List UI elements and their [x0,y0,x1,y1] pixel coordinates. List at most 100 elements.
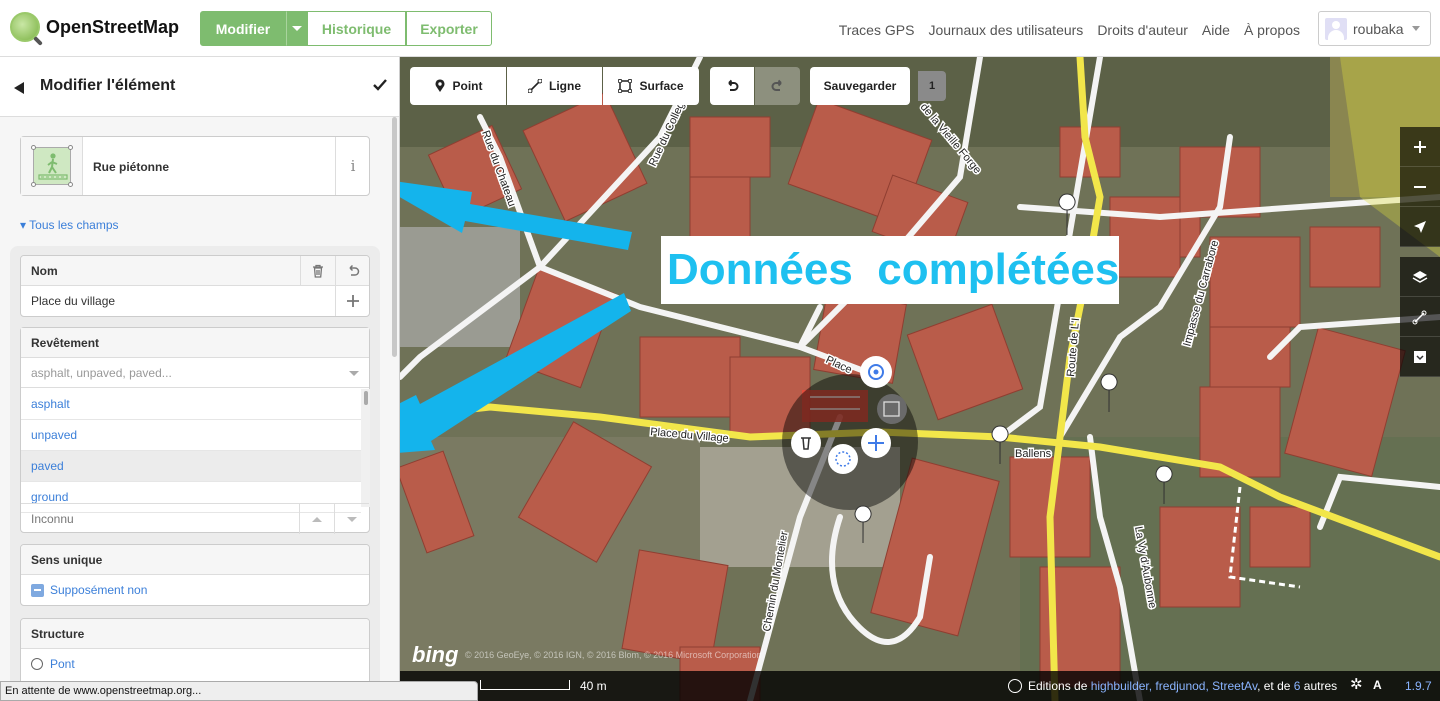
save-count-badge: 1 [918,71,946,101]
osm-logo[interactable]: OpenStreetMap [10,12,179,42]
attribution-suffix: autres [1300,679,1338,693]
svg-text:Ballens: Ballens [1015,448,1052,460]
save-button[interactable]: Sauvegarder [810,67,910,105]
export-button[interactable]: Exporter [406,11,492,46]
field-name-label: Nom [31,263,58,278]
field-surface-label: Revêtement [21,328,369,358]
bing-logo: bing [412,642,459,667]
redo-icon [771,79,782,91]
chevron-down-icon[interactable] [349,371,359,376]
attribution-prefix: Editions de [1028,679,1091,693]
add-line-button[interactable]: Ligne [507,67,602,105]
sidebar-header: Modifier l'élément [0,57,399,117]
edit-attribution: Editions de highbuilder, fredjunod, Stre… [1028,679,1337,693]
field-oneway-label: Sens unique [21,545,369,575]
edit-button-group: Modifier Historique Exporter [200,11,492,46]
fields-panel: Nom Place du village Revêtement asphalt,… [10,246,380,701]
preset-selector[interactable]: Rue piétonne i [20,136,370,196]
structure-option-bridge[interactable]: Pont [50,657,75,671]
surface-combo-input[interactable]: asphalt, unpaved, paved... [31,366,172,380]
edit-dropdown-button[interactable] [286,11,308,46]
attribution-middle: , et de [1257,679,1294,693]
pedestrian-street-icon [21,137,83,195]
trash-icon[interactable] [300,256,335,286]
nav-link-help[interactable]: Aide [1202,22,1230,38]
chevron-down-icon [292,26,302,31]
zoom-in-icon[interactable] [1400,127,1440,167]
add-area-label: Surface [639,79,684,93]
undo-icon[interactable] [335,256,369,286]
preset-name: Rue piétonne [93,160,170,174]
field-structure-label: Structure [21,619,369,649]
history-button[interactable]: Historique [308,11,406,46]
imagery-attribution[interactable]: © 2016 GeoEye, © 2016 IGN, © 2016 Blom, … [465,650,762,660]
browser-status-bar: En attente de www.openstreetmap.org... [0,681,478,701]
map-footer: 40 m Editions de highbuilder, fredjunod,… [400,671,1440,701]
geolocate-icon[interactable] [1400,207,1440,247]
combo-option-asphalt[interactable]: asphalt [21,389,361,420]
chevron-up-icon[interactable] [299,504,334,534]
nav-link-user-diaries[interactable]: Journaux des utilisateurs [928,22,1083,38]
add-line-label: Ligne [549,79,581,93]
add-point-button[interactable]: Point [410,67,506,105]
save-label: Sauvegarder [823,79,897,93]
sidebar-scrollbar[interactable] [392,117,397,357]
options-scrollbar[interactable] [361,389,370,507]
redo-button[interactable] [755,67,800,105]
all-fields-toggle[interactable]: ▾ Tous les champs [20,218,119,232]
attribution-authors[interactable]: highbuilder, fredjunod, StreetAv [1091,679,1257,693]
minus-checkbox-icon[interactable] [31,583,44,597]
accessibility-icon[interactable]: A [1373,678,1382,692]
username: roubaka [1353,20,1404,37]
point-icon [435,79,444,92]
info-icon[interactable]: i [335,137,370,195]
field-name: Nom Place du village [20,255,370,317]
osm-logo-icon [10,12,40,42]
annotation-overlay: Données complétées [661,236,1119,304]
chevron-down-icon [1411,26,1420,31]
field-surface: Revêtement asphalt, unpaved, paved... as… [20,327,370,534]
map-canvas[interactable]: Place du Village Place Rue du Chateau Ru… [400,57,1440,701]
combo-option-paved[interactable]: paved [21,451,361,482]
layers-icon[interactable] [1400,257,1440,297]
brand-name: OpenStreetMap [46,16,180,37]
avatar [1325,17,1347,40]
nav-link-about[interactable]: À propos [1244,22,1300,38]
issues-icon[interactable] [1400,337,1440,377]
aerial-imagery: Place du Village Place Rue du Chateau Ru… [400,57,1440,701]
bug-icon[interactable]: ✲ [1350,675,1363,693]
unknown-value[interactable]: Inconnu [31,512,74,526]
clock-icon [1008,679,1022,693]
radio-bridge[interactable] [31,658,43,670]
map-data-icon[interactable] [1400,297,1440,337]
scale-bar[interactable] [480,680,570,690]
undo-icon [728,79,739,91]
surface-options-list: asphalt unpaved paved ground [21,389,361,513]
nav-link-gps-traces[interactable]: Traces GPS [839,22,915,38]
sidebar: Modifier l'élément Rue piétonne i ▾ Tous… [0,57,400,701]
nav-link-copyright[interactable]: Droits d'auteur [1097,22,1188,38]
area-icon [618,79,633,93]
top-header: OpenStreetMap Modifier Historique Export… [0,0,1440,57]
version-link[interactable]: 1.9.7 [1405,679,1432,693]
oneway-value[interactable]: Supposément non [50,583,147,597]
sidebar-title: Modifier l'élément [40,77,176,94]
combo-option-unpaved[interactable]: unpaved [21,420,361,451]
zoom-out-icon[interactable] [1400,167,1440,207]
line-icon [528,79,542,93]
user-menu[interactable]: roubaka [1318,11,1431,46]
undo-button[interactable] [710,67,754,105]
map-panels-controls [1400,257,1440,377]
add-point-label: Point [452,79,483,93]
field-oneway: Sens unique Supposément non [20,544,370,606]
add-area-button[interactable]: Surface [603,67,699,105]
name-input[interactable]: Place du village [31,294,115,308]
edit-button[interactable]: Modifier [200,11,286,46]
checkmark-icon[interactable] [372,77,388,93]
scale-label: 40 m [580,679,607,693]
plus-icon[interactable] [335,286,369,316]
header-nav: Traces GPS Journaux des utilisateurs Dro… [839,22,1300,38]
chevron-down-icon[interactable] [334,504,369,534]
back-arrow-icon[interactable] [14,82,24,94]
zoom-controls [1400,127,1440,247]
